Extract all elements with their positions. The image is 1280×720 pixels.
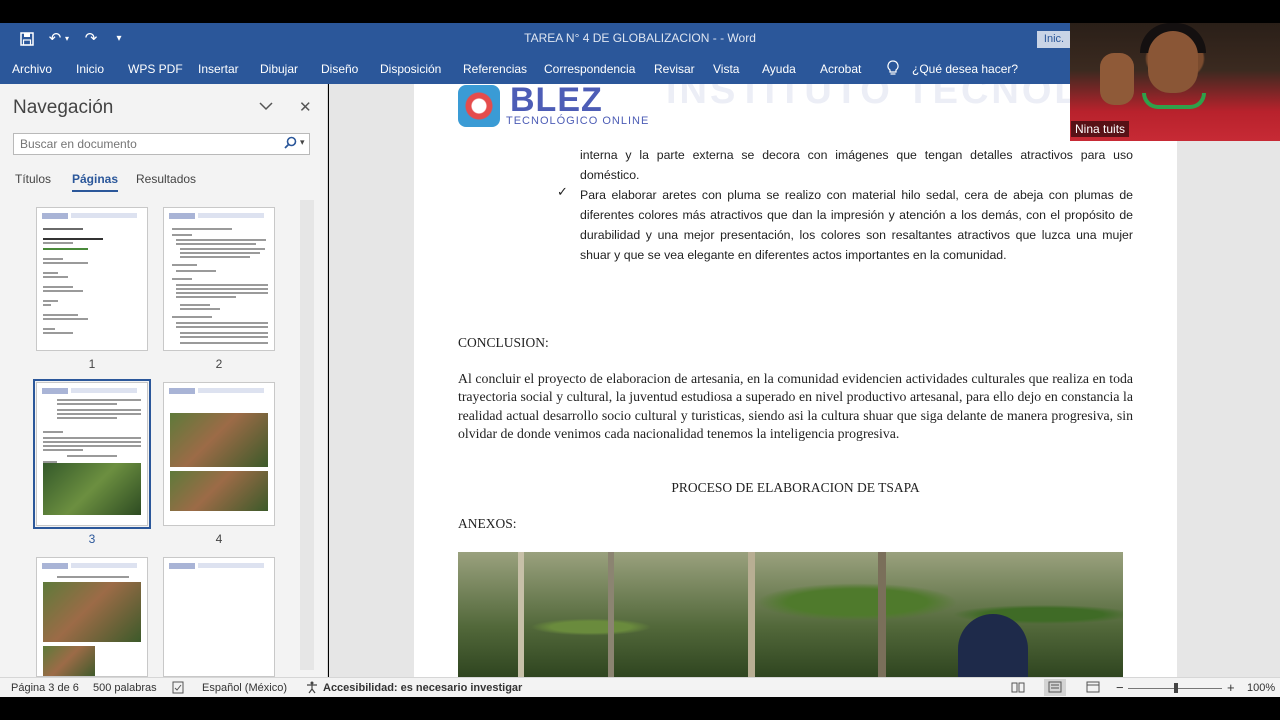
close-pane-icon[interactable]: ✕ — [299, 98, 312, 116]
tab-ayuda[interactable]: Ayuda — [762, 62, 796, 76]
sign-in-button[interactable]: Inic. — [1037, 31, 1071, 48]
page-indicator[interactable]: Página 3 de 6 — [11, 682, 79, 694]
conclusion-heading: CONCLUSION: — [458, 335, 549, 350]
page-thumbnail-4[interactable] — [163, 382, 275, 526]
read-mode-icon[interactable] — [1011, 681, 1025, 696]
webcam-face — [1148, 31, 1198, 93]
page-thumbnail-1[interactable] — [36, 207, 148, 351]
zoom-level[interactable]: 100% — [1247, 682, 1275, 694]
tab-resultados[interactable]: Resultados — [136, 172, 196, 186]
logo-icon — [458, 85, 500, 127]
document-page[interactable]: INSTITUTO TECNOLÓGICO BLEZ TECNOLÓGICO O… — [414, 84, 1177, 677]
search-options-icon[interactable]: ▾ — [300, 137, 305, 148]
webcam-name-label: Nina tuits — [1071, 121, 1130, 137]
page-number-1: 1 — [88, 357, 96, 371]
web-layout-icon[interactable] — [1086, 681, 1100, 696]
navigation-title: Navegación — [13, 97, 114, 118]
accessibility-icon[interactable] — [305, 681, 319, 697]
tab-inicio[interactable]: Inicio — [76, 62, 104, 76]
page-thumbnail-2[interactable] — [163, 207, 275, 351]
lightbulb-icon — [887, 60, 899, 79]
bullet-aretes: Para elaborar aretes con pluma se realiz… — [580, 188, 1133, 262]
status-bar: Página 3 de 6 500 palabras Español (Méxi… — [0, 677, 1280, 697]
page-thumbnail-6[interactable] — [163, 557, 275, 677]
annex-heading: ANEXOS: — [458, 516, 517, 531]
language-indicator[interactable]: Español (México) — [202, 682, 287, 694]
bullet-continuation: interna y la parte externa se decora con… — [580, 148, 1133, 182]
zoom-in-button[interactable]: + — [1227, 680, 1235, 695]
photo-person — [958, 614, 1028, 677]
thumbnail-scrollbar[interactable] — [300, 200, 314, 670]
logo-subtitle: TECNOLÓGICO ONLINE — [506, 115, 650, 127]
tab-diseno[interactable]: Diseño — [321, 62, 358, 76]
search-icon[interactable] — [284, 136, 297, 152]
tell-me-search[interactable]: ¿Qué desea hacer? — [912, 62, 1018, 76]
page-number-3: 3 — [88, 532, 96, 546]
chevron-down-icon[interactable] — [259, 98, 273, 116]
tab-referencias[interactable]: Referencias — [463, 62, 527, 76]
zoom-out-button[interactable]: − — [1116, 680, 1124, 695]
tab-insertar[interactable]: Insertar — [198, 62, 239, 76]
zoom-slider-thumb[interactable] — [1174, 683, 1178, 693]
webcam-overlay: Nina tuits — [1070, 23, 1280, 141]
search-box: ▾ — [13, 133, 310, 155]
conclusion-paragraph: Al concluir el proyecto de elaboracion d… — [458, 371, 1133, 441]
accessibility-status[interactable]: Accesibilidad: es necesario investigar — [323, 682, 522, 694]
navigation-pane: Navegación ✕ ▾ Títulos Páginas Resultado… — [0, 84, 328, 677]
tab-revisar[interactable]: Revisar — [654, 62, 695, 76]
tab-archivo[interactable]: Archivo — [12, 62, 52, 76]
page-number-2: 2 — [215, 357, 223, 371]
tab-paginas[interactable]: Páginas — [72, 172, 119, 192]
checkmark-bullet-icon: ✓ — [557, 184, 568, 199]
search-input[interactable] — [14, 134, 279, 154]
tab-vista[interactable]: Vista — [713, 62, 739, 76]
word-count[interactable]: 500 palabras — [93, 682, 157, 694]
page-thumbnail-5[interactable] — [36, 557, 148, 677]
tab-dibujar[interactable]: Dibujar — [260, 62, 298, 76]
tab-acrobat[interactable]: Acrobat — [820, 62, 861, 76]
proofing-icon[interactable] — [172, 681, 185, 697]
tab-titulos[interactable]: Títulos — [15, 172, 51, 186]
process-title: PROCESO DE ELABORACION DE TSAPA — [671, 480, 920, 495]
document-area[interactable]: INSTITUTO TECNOLÓGICO BLEZ TECNOLÓGICO O… — [329, 84, 1280, 677]
page-thumbnail-3[interactable] — [33, 379, 151, 529]
print-layout-icon[interactable] — [1044, 679, 1066, 696]
page-number-4: 4 — [215, 532, 223, 546]
tab-disposicion[interactable]: Disposición — [380, 62, 441, 76]
tab-correspondencia[interactable]: Correspondencia — [544, 62, 635, 76]
word-window: ↶ ▾ ↷ ▾ TAREA N° 4 DE GLOBALIZACION - - … — [0, 0, 1280, 720]
tab-wps-pdf[interactable]: WPS PDF — [128, 62, 183, 76]
annex-photo[interactable] — [458, 552, 1123, 677]
